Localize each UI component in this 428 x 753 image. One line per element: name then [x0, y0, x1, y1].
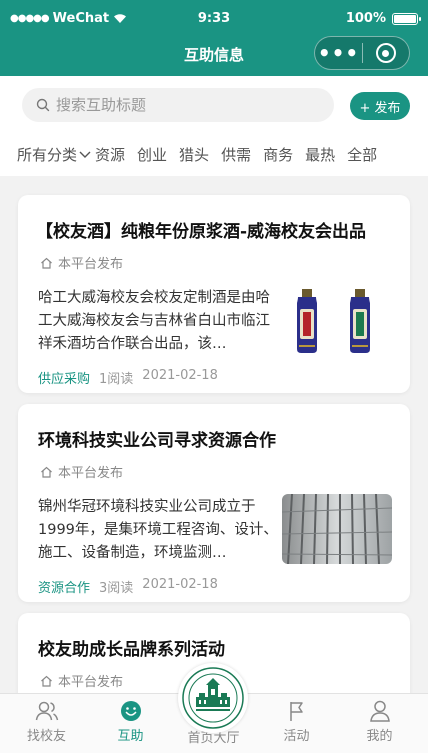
battery-group: 100%: [345, 11, 421, 26]
post-title: 校友助成长品牌系列活动: [38, 640, 225, 660]
post-tag[interactable]: 资源合作: [38, 577, 90, 596]
tab-label: 活动: [283, 729, 310, 744]
category-tab-startup[interactable]: 创业: [137, 144, 167, 165]
search-icon: [36, 98, 50, 112]
miniprogram-capsule: •••: [314, 36, 410, 70]
category-tab-supply-demand[interactable]: 供需: [221, 144, 251, 165]
smile-icon: [120, 701, 141, 721]
post-meta: 供应采购 1阅读 2021-02-18: [38, 368, 218, 387]
category-tab-resources[interactable]: 资源: [95, 144, 125, 165]
category-tab-all[interactable]: 全部: [347, 144, 377, 165]
publisher-label: 本平台发布: [58, 257, 124, 272]
battery-percent: 100%: [345, 11, 386, 26]
home-icon: [41, 675, 52, 687]
post-reads: 1阅读: [99, 372, 134, 387]
target-close-icon: [375, 43, 396, 63]
person-icon: [369, 700, 390, 722]
school-emblem-icon[interactable]: [178, 663, 248, 733]
post-description: 哈工大威海校友会校友定制酒是由哈工大威海校友会与吉林省白山市临江祥禾酒坊合作联合…: [38, 290, 270, 352]
building-interior-image: [281, 493, 393, 565]
category-tab-business[interactable]: 商务: [263, 144, 293, 165]
flag-icon: [289, 702, 303, 721]
category-tab-headhunting[interactable]: 猎头: [179, 144, 209, 165]
post-meta: 资源合作 3阅读 2021-02-18: [38, 577, 218, 596]
tab-mutual-help[interactable]: 互助: [88, 694, 173, 753]
tab-activities[interactable]: 活动: [254, 694, 339, 753]
post-date: 2021-02-18: [142, 577, 218, 592]
battery-icon: [392, 12, 421, 25]
post-card[interactable]: 环境科技实业公司寻求资源合作 本平台发布 锦州华冠环境科技实业公司成立于1999…: [18, 404, 410, 602]
publisher-label: 本平台发布: [58, 675, 124, 690]
post-tag[interactable]: 供应采购: [38, 368, 90, 387]
tab-label: 我的: [366, 729, 393, 744]
post-reads: 3阅读: [99, 581, 134, 596]
post-date: 2021-02-18: [142, 368, 218, 383]
liquor-bottles-image: [282, 285, 392, 355]
tab-label: 互助: [117, 729, 144, 744]
filter-bar: + 发布 所有分类 资源 创业 猎头 供需 商务 最热 全部: [0, 76, 428, 176]
tab-label: 找校友: [26, 729, 66, 744]
tab-mine[interactable]: 我的: [337, 694, 422, 753]
search-box[interactable]: [22, 88, 334, 122]
post-title: 【校友酒】纯粮年份原浆酒-威海校友会出品: [36, 222, 367, 242]
post-publisher: 本平台发布: [40, 253, 123, 272]
status-bar: ●●●●● WeChat 9:33 100%: [0, 0, 428, 36]
category-dropdown[interactable]: 所有分类: [17, 144, 91, 165]
chevron-down-icon: [79, 151, 91, 158]
users-icon: [35, 701, 58, 721]
close-miniprogram-button[interactable]: [363, 43, 409, 63]
search-input[interactable]: [56, 96, 316, 114]
home-icon: [41, 257, 52, 269]
post-button[interactable]: + 发布: [350, 92, 410, 120]
publisher-label: 本平台发布: [58, 466, 124, 481]
post-publisher: 本平台发布: [40, 462, 123, 481]
top-header: ●●●●● WeChat 9:33 100% 互助信息 •••: [0, 0, 428, 76]
category-tabs: 所有分类 资源 创业 猎头 供需 商务 最热 全部: [17, 144, 389, 165]
post-description: 锦州华冠环境科技实业公司成立于1999年，是集环境工程咨询、设计、施工、设备制造…: [38, 499, 278, 561]
more-dots-icon[interactable]: •••: [315, 43, 362, 63]
post-card[interactable]: 【校友酒】纯粮年份原浆酒-威海校友会出品 本平台发布 哈工大威海校友会校友定制酒…: [18, 195, 410, 393]
home-icon: [41, 466, 52, 478]
post-title: 环境科技实业公司寻求资源合作: [38, 431, 276, 451]
category-tab-hottest[interactable]: 最热: [305, 144, 335, 165]
battery-fill: [394, 14, 416, 23]
category-dropdown-label: 所有分类: [17, 146, 78, 164]
post-publisher: 本平台发布: [40, 671, 123, 690]
tab-find-alumni[interactable]: 找校友: [4, 694, 89, 753]
